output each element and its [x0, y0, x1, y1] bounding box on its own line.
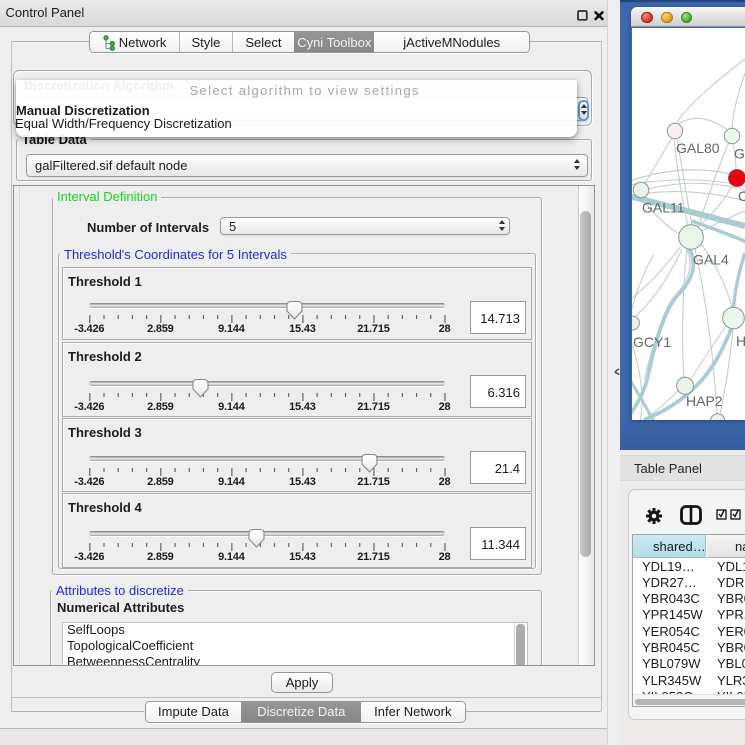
svg-text:HIS: HIS [736, 333, 745, 349]
svg-text:GA: GA [734, 146, 745, 162]
svg-text:GAL4: GAL4 [693, 252, 729, 268]
svg-text:GAL11: GAL11 [642, 200, 685, 216]
svg-text:GAL80: GAL80 [676, 140, 720, 156]
svg-text:HAP2: HAP2 [686, 393, 723, 409]
svg-text:CY: CY [738, 188, 745, 204]
svg-text:GCY1: GCY1 [633, 334, 671, 350]
